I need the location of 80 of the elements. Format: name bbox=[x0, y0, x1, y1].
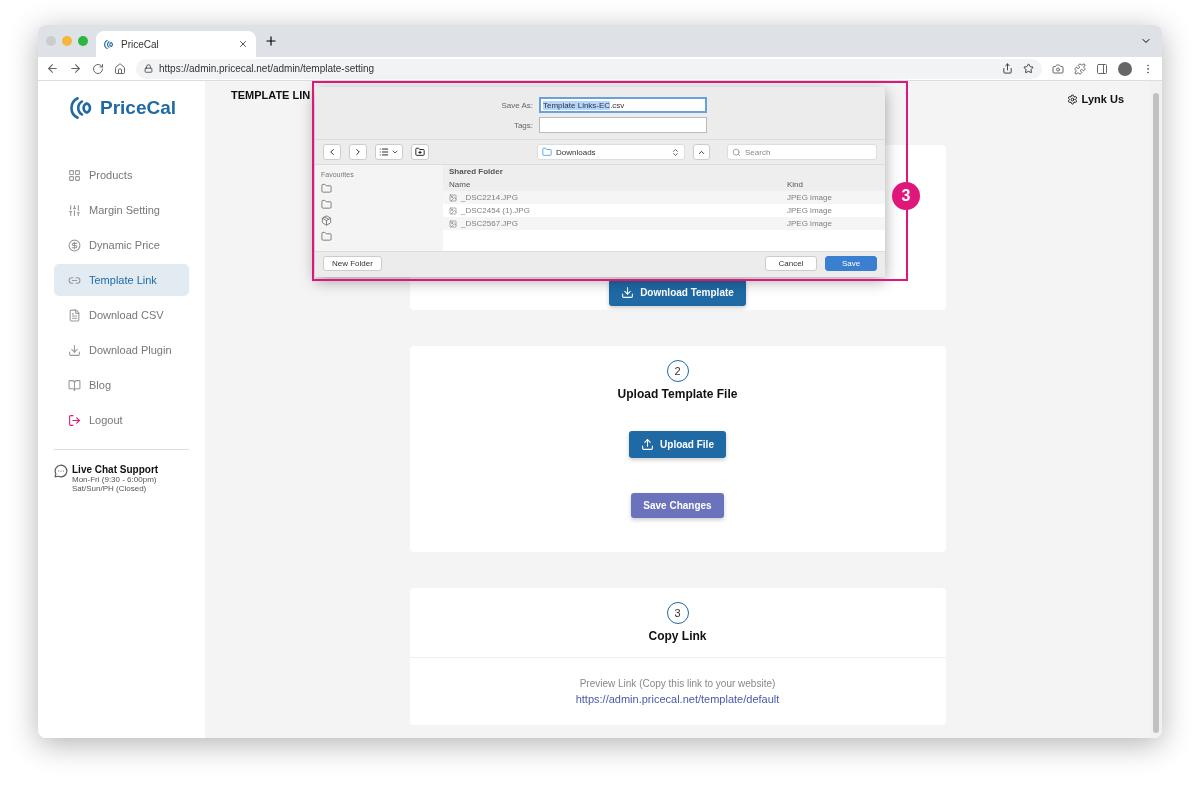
lynk-us-link[interactable]: Lynk Us bbox=[1066, 89, 1124, 109]
search-field[interactable]: Search bbox=[727, 144, 877, 160]
back-button[interactable] bbox=[323, 144, 341, 160]
address-field[interactable]: https://admin.pricecal.net/admin/template-setting bbox=[136, 58, 1042, 79]
page-title: TEMPLATE LIN bbox=[231, 89, 311, 103]
sidebar-item[interactable]: Logout bbox=[54, 404, 189, 436]
chat-icon bbox=[54, 464, 68, 478]
dollar-icon bbox=[68, 238, 81, 252]
download-icon bbox=[68, 343, 81, 357]
chevron-left-icon bbox=[327, 147, 337, 157]
logout-icon bbox=[68, 413, 81, 427]
avatar-icon[interactable] bbox=[1118, 61, 1132, 76]
sliders-icon bbox=[68, 203, 81, 217]
support-title: Live Chat Support bbox=[72, 464, 159, 475]
cancel-button[interactable]: Cancel bbox=[765, 256, 817, 271]
folder-icon[interactable] bbox=[321, 183, 332, 194]
image-file-icon bbox=[449, 206, 457, 215]
folder-plus-icon bbox=[415, 147, 425, 157]
home-icon[interactable] bbox=[114, 62, 126, 75]
chevron-right-icon bbox=[353, 147, 363, 157]
column-header[interactable]: Kind bbox=[787, 180, 867, 189]
share-icon[interactable] bbox=[1002, 63, 1013, 74]
tags-label: Tags: bbox=[512, 120, 533, 130]
preview-link[interactable]: https://admin.pricecal.net/template/default bbox=[575, 693, 780, 705]
card-title: Copy Link bbox=[648, 629, 707, 643]
document-icon bbox=[68, 308, 81, 322]
side-panel-icon[interactable] bbox=[1096, 62, 1108, 75]
reload-icon[interactable] bbox=[92, 62, 104, 75]
sidebar-item[interactable]: Blog bbox=[54, 369, 189, 401]
upload-file-button[interactable]: Upload File bbox=[629, 431, 726, 458]
list-icon bbox=[379, 147, 389, 157]
sidebar-item[interactable]: Template Link bbox=[54, 264, 189, 296]
filename-field[interactable]: Template Links-EC.csv bbox=[539, 97, 707, 113]
favicon-icon bbox=[104, 38, 115, 50]
gear-icon bbox=[1066, 93, 1078, 105]
column-header[interactable]: Name bbox=[449, 180, 787, 189]
download-template-button[interactable]: Download Template bbox=[609, 279, 746, 306]
window-controls-icon bbox=[46, 36, 88, 46]
upload-icon bbox=[641, 438, 655, 451]
download-icon bbox=[621, 286, 635, 299]
sidebar-item[interactable]: Products bbox=[54, 159, 189, 191]
forward-icon[interactable] bbox=[69, 62, 82, 75]
box-icon[interactable] bbox=[321, 215, 332, 226]
support-hours: Sat/Sun/PH (Closed) bbox=[72, 484, 148, 493]
puzzle-icon[interactable] bbox=[1074, 62, 1086, 75]
star-icon[interactable] bbox=[1023, 63, 1034, 74]
folder-icon[interactable] bbox=[321, 199, 332, 210]
view-button[interactable] bbox=[375, 144, 403, 160]
caret-icon bbox=[391, 148, 399, 156]
location-select[interactable]: Downloads bbox=[537, 144, 685, 160]
sidebar-item[interactable]: Download CSV bbox=[54, 299, 189, 331]
forward-button[interactable] bbox=[349, 144, 367, 160]
sidebar-item[interactable]: Download Plugin bbox=[54, 334, 189, 366]
back-icon[interactable] bbox=[46, 62, 59, 75]
close-icon[interactable] bbox=[238, 39, 248, 49]
preview-caption: Preview Link (Copy this link to your website) bbox=[579, 678, 776, 689]
new-folder-button[interactable] bbox=[411, 144, 429, 160]
sidebar-item[interactable]: Dynamic Price bbox=[54, 229, 189, 261]
folder-icon[interactable] bbox=[321, 231, 332, 242]
grid-icon bbox=[68, 168, 81, 182]
up-down-icon bbox=[671, 147, 680, 157]
lock-icon bbox=[144, 64, 153, 73]
new-folder-button[interactable]: New Folder bbox=[323, 256, 382, 271]
card-title: Upload Template File bbox=[617, 387, 738, 401]
image-file-icon bbox=[449, 219, 457, 228]
support-hours: Mon-Fri (9:30 - 6:00pm) bbox=[72, 475, 158, 484]
search-icon bbox=[732, 147, 741, 157]
save-as-label: Save As: bbox=[500, 100, 533, 110]
save-changes-button[interactable]: Save Changes bbox=[631, 493, 724, 518]
tags-field[interactable] bbox=[539, 117, 707, 133]
image-file-icon bbox=[449, 193, 457, 202]
folder-icon bbox=[542, 147, 552, 157]
camera-icon[interactable] bbox=[1052, 62, 1064, 75]
logo: PriceCal bbox=[100, 97, 177, 119]
folder-heading: Shared Folder bbox=[443, 165, 885, 178]
book-icon bbox=[68, 378, 81, 392]
new-tab-icon[interactable] bbox=[264, 34, 278, 48]
save-button[interactable]: Save bbox=[825, 256, 877, 271]
sidebar-item[interactable]: Margin Setting bbox=[54, 194, 189, 226]
browser-tab[interactable]: PriceCal bbox=[96, 31, 256, 57]
